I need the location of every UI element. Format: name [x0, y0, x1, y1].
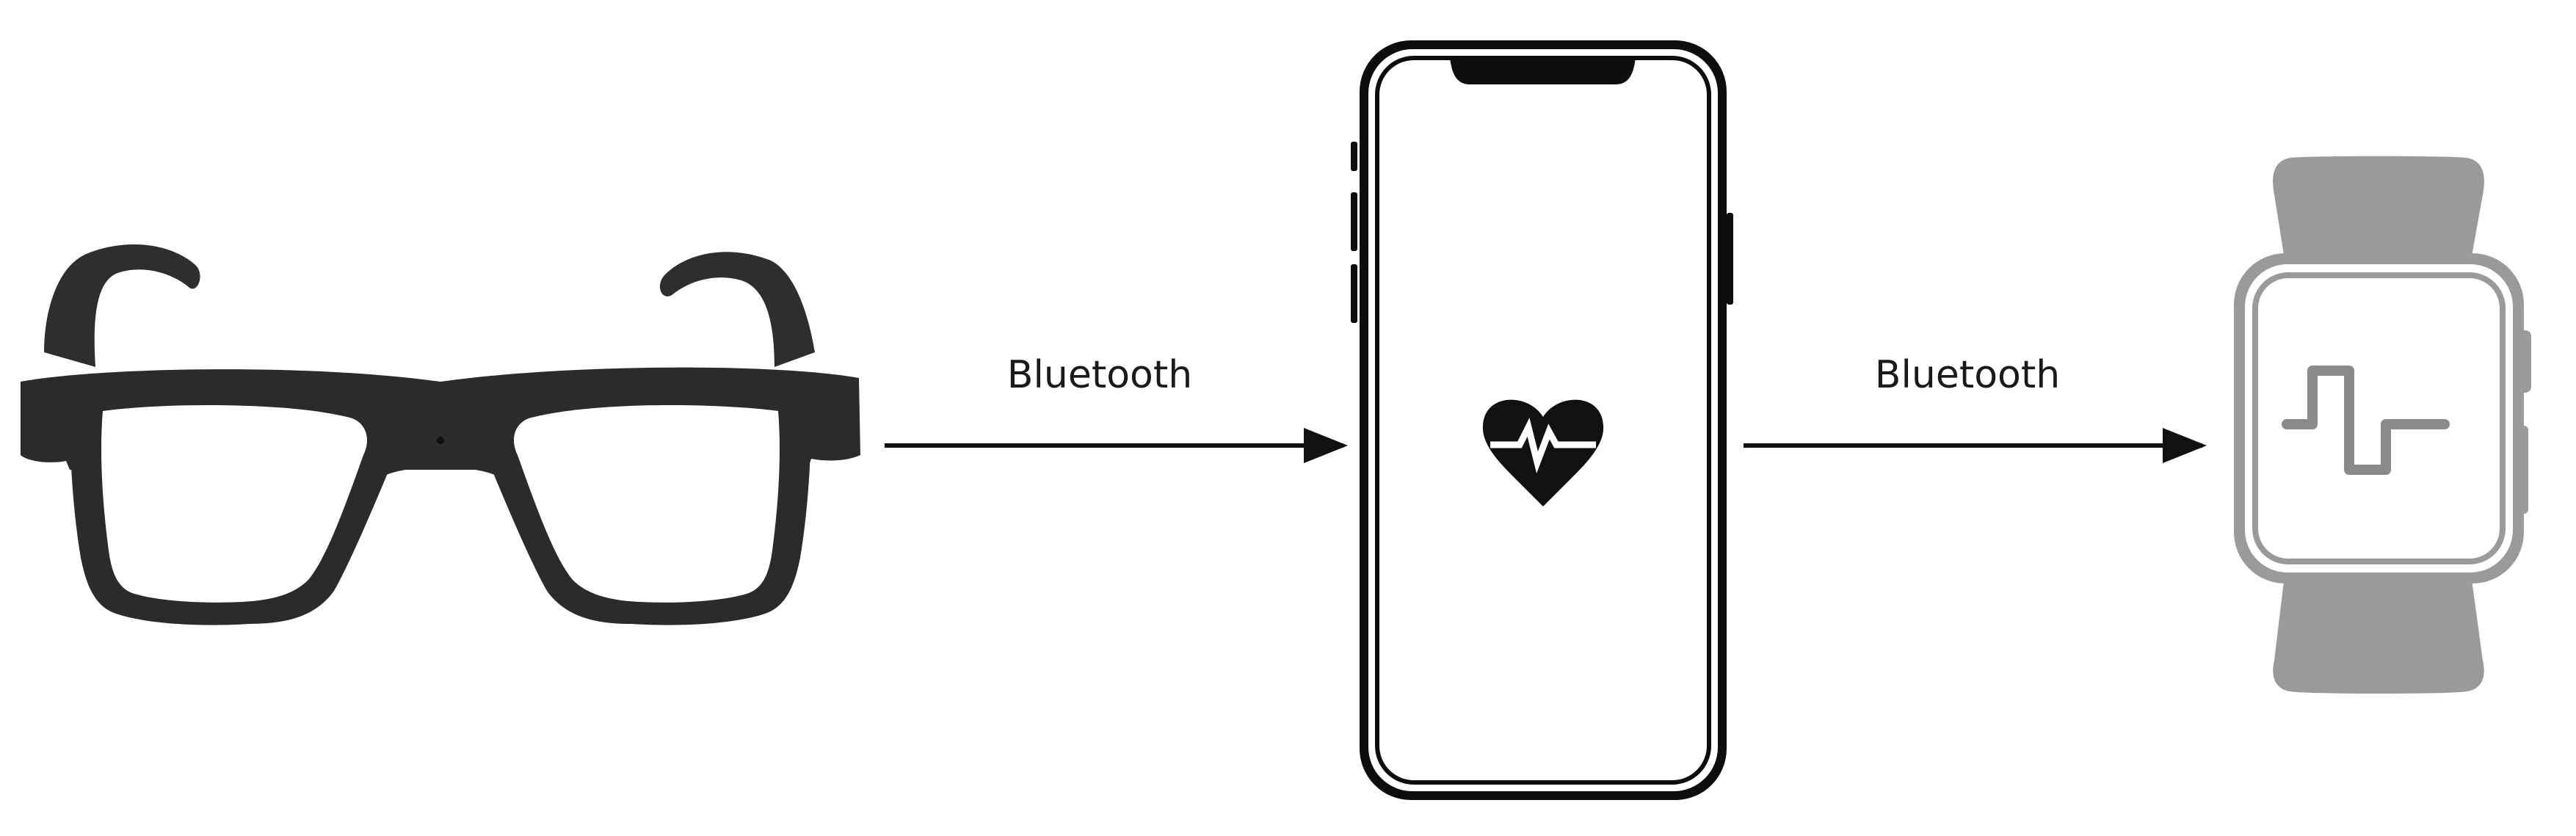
connection-label: Bluetooth: [1007, 353, 1192, 397]
link-glasses-to-phone: Bluetooth: [885, 353, 1348, 463]
link-phone-to-watch: Bluetooth: [1744, 353, 2207, 463]
connection-label: Bluetooth: [1875, 353, 2060, 397]
smart-glasses-icon: [21, 244, 860, 625]
device-connection-diagram: Bluetooth Bluetooth: [21, 40, 2531, 800]
